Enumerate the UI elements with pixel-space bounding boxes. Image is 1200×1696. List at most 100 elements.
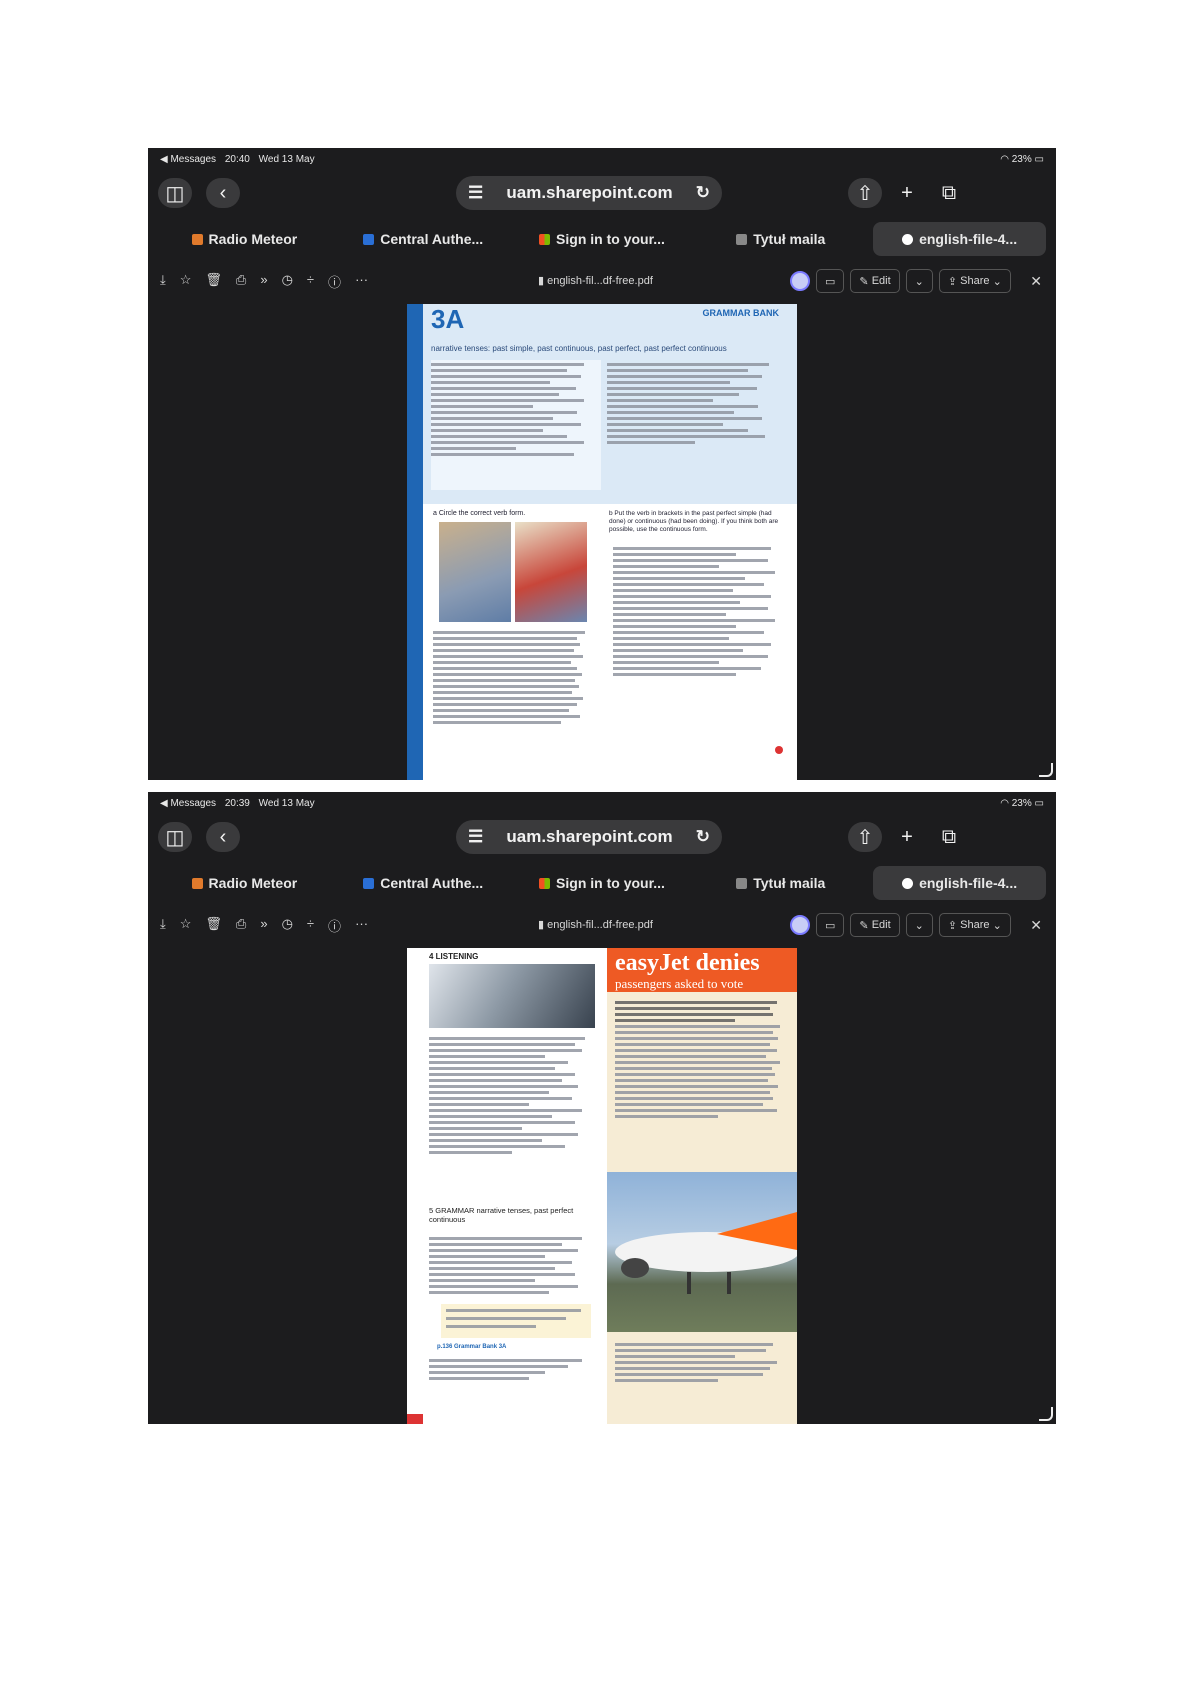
address-bar[interactable]: ☰ uam.sharepoint.com ↻ [456, 176, 722, 210]
forward-icon[interactable]: » [260, 272, 267, 291]
print-icon[interactable]: ⎙ [236, 272, 246, 291]
back-to-app-link[interactable]: ◀ Messages [160, 798, 216, 809]
tab-radio-meteor[interactable]: Radio Meteor [158, 222, 331, 256]
tab-bar: Radio Meteor Central Authe... Sign in to… [158, 866, 1046, 900]
battery-level: 23% [1011, 798, 1032, 809]
pdf-filename: english-fil...df-free.pdf [547, 919, 653, 931]
back-icon[interactable]: ‹ [206, 178, 240, 208]
more-icon[interactable]: ··· [355, 916, 368, 935]
file-icon: ▮ [538, 275, 548, 287]
share-icon[interactable]: ⇧ [848, 178, 882, 208]
comment-icon[interactable]: ◷ [282, 916, 293, 935]
more-icon[interactable]: ··· [355, 272, 368, 291]
share-button[interactable]: ⇪ Share ⌄ [938, 913, 1011, 937]
new-tab-icon[interactable]: + [890, 822, 924, 852]
close-icon[interactable]: ✕ [1030, 273, 1042, 290]
listening-exercises [429, 1034, 595, 1157]
avatar[interactable] [790, 271, 810, 291]
info-icon[interactable]: ⓘ [328, 916, 341, 935]
tabs-overview-icon[interactable]: ⧉ [932, 178, 966, 208]
tab-sign-in[interactable]: Sign in to your... [516, 866, 689, 900]
article-column: easyJet denies passengers asked to vote [607, 948, 797, 1424]
reader-icon[interactable]: ☰ [468, 827, 483, 847]
tab-english-file[interactable]: english-file-4... [873, 222, 1046, 256]
screenshot-top: ◀ Messages 20:40 Wed 13 May ◠ 23% ▭ ◫ ‹ … [148, 148, 1056, 780]
file-icon: ▮ [538, 919, 548, 931]
resize-handle-icon[interactable] [1039, 1407, 1053, 1421]
pdf-toolbar: ⤓ ☆ 🗑 ⎙ » ◷ ÷ ⓘ ··· ▮ english-fil...df-f… [148, 910, 1056, 940]
cartoon-image-woman [439, 522, 511, 622]
reload-icon[interactable]: ↻ [696, 827, 710, 847]
page-side-stripe [407, 304, 423, 780]
tab-sign-in[interactable]: Sign in to your... [516, 222, 689, 256]
edit-dropdown[interactable]: ⌄ [905, 269, 933, 293]
comment-icon[interactable]: ◷ [282, 272, 293, 291]
edit-button[interactable]: ✎ Edit [850, 269, 900, 293]
share-button[interactable]: ⇪ Share ⌄ [938, 269, 1011, 293]
back-icon[interactable]: ‹ [206, 822, 240, 852]
comment-button[interactable]: ▭ [816, 913, 845, 937]
reader-icon[interactable]: ☰ [468, 183, 483, 203]
split-icon[interactable]: ÷ [307, 916, 314, 935]
new-tab-icon[interactable]: + [890, 178, 924, 208]
status-time: 20:40 [224, 154, 250, 165]
comment-button[interactable]: ▭ [816, 269, 845, 293]
grammar-exercises [429, 1234, 595, 1297]
status-date: Wed 13 May [258, 798, 315, 809]
sidebar-icon[interactable]: ◫ [158, 178, 192, 208]
rules-column-right [607, 360, 783, 490]
tab-central-auth[interactable]: Central Authe... [337, 222, 510, 256]
pdf-filename: english-fil...df-free.pdf [547, 275, 653, 287]
tabs-overview-icon[interactable]: ⧉ [932, 822, 966, 852]
wifi-icon: ◠ [1000, 154, 1012, 165]
article-headline: easyJet denies [615, 950, 760, 976]
favorite-icon[interactable]: ☆ [180, 916, 192, 935]
pdf-toolbar: ⤓ ☆ 🗑 ⎙ » ◷ ÷ ⓘ ··· ▮ english-fil...df-f… [148, 266, 1056, 296]
forward-icon[interactable]: » [260, 916, 267, 935]
article-caption [615, 1340, 787, 1385]
tab-tytul-maila[interactable]: Tytuł maila [694, 222, 867, 256]
unit-title: 3A [431, 304, 465, 334]
resize-handle-icon[interactable] [1039, 763, 1053, 777]
status-time: 20:39 [224, 798, 250, 809]
share-icon[interactable]: ⇧ [848, 822, 882, 852]
url-text: uam.sharepoint.com [506, 183, 673, 202]
battery-level: 23% [1011, 154, 1032, 165]
tab-english-file[interactable]: english-file-4... [873, 866, 1046, 900]
split-icon[interactable]: ÷ [307, 272, 314, 291]
delete-icon[interactable]: 🗑 [205, 272, 222, 291]
back-to-app-link[interactable]: ◀ Messages [160, 154, 216, 165]
url-toolbar: ◫ ‹ ☰ uam.sharepoint.com ↻ ⇧ + ⧉ [148, 170, 1056, 216]
tab-tytul-maila[interactable]: Tytuł maila [694, 866, 867, 900]
url-toolbar: ◫ ‹ ☰ uam.sharepoint.com ↻ ⇧ + ⧉ [148, 814, 1056, 860]
url-text: uam.sharepoint.com [506, 827, 673, 846]
reload-icon[interactable]: ↻ [696, 183, 710, 203]
sidebar-icon[interactable]: ◫ [158, 822, 192, 852]
edit-button[interactable]: ✎ Edit [850, 913, 900, 937]
rules-column-left [431, 360, 601, 490]
download-icon[interactable]: ⤓ [160, 272, 166, 291]
tab-central-auth[interactable]: Central Authe... [337, 866, 510, 900]
exercise-b-instruction: b Put the verb in brackets in the past p… [609, 510, 779, 533]
pdf-page: 4 LISTENING 5 GRAMMAR narrative tenses, … [407, 948, 797, 1424]
edit-dropdown[interactable]: ⌄ [905, 913, 933, 937]
exercise-panel: a Circle the correct verb form. b Put th… [423, 504, 797, 780]
avatar[interactable] [790, 915, 810, 935]
delete-icon[interactable]: 🗑 [205, 916, 222, 935]
favorite-icon[interactable]: ☆ [180, 272, 192, 291]
pencil-icon: ✎ [859, 919, 872, 932]
grammar-bank-link[interactable]: p.136 Grammar Bank 3A [437, 1344, 506, 1350]
close-icon[interactable]: ✕ [1030, 917, 1042, 934]
print-icon[interactable]: ⎙ [236, 916, 246, 935]
download-icon[interactable]: ⤓ [160, 916, 166, 935]
exercise-a-instruction: a Circle the correct verb form. [433, 510, 526, 517]
address-bar[interactable]: ☰ uam.sharepoint.com ↻ [456, 820, 722, 854]
tab-radio-meteor[interactable]: Radio Meteor [158, 866, 331, 900]
share-icon: ⇪ [947, 275, 961, 288]
battery-icon: ▭ [1034, 154, 1044, 165]
status-bar: ◀ Messages 20:39 Wed 13 May ◠ 23% ▭ [160, 798, 1044, 812]
screenshot-bottom: ◀ Messages 20:39 Wed 13 May ◠ 23% ▭ ◫ ‹ … [148, 792, 1056, 1424]
section-heading: narrative tenses: past simple, past cont… [431, 344, 727, 353]
info-icon[interactable]: ⓘ [328, 272, 341, 291]
page-ref-icon [775, 746, 783, 754]
